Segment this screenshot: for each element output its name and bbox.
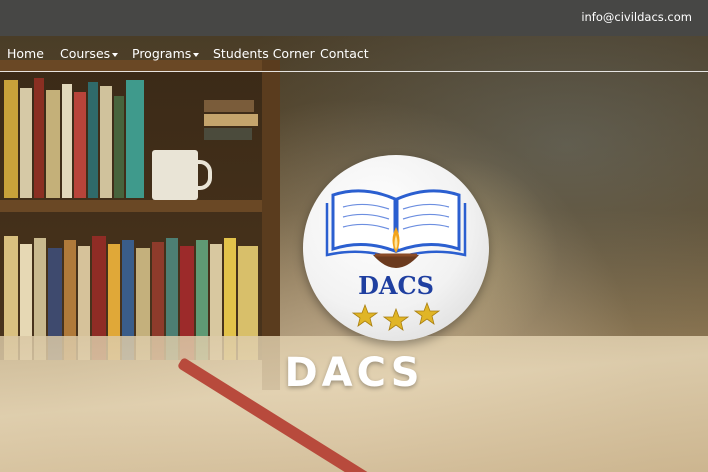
book: [88, 82, 98, 198]
chevron-down-icon: [112, 52, 119, 57]
main-nav: Home Courses Programs Students Corner Co…: [0, 36, 708, 72]
book: [74, 92, 86, 198]
nav-item-label: Home: [7, 46, 44, 61]
dacs-logo: DACS: [303, 155, 489, 341]
bookshelf-image: [0, 60, 280, 390]
nav-item-contact[interactable]: Contact: [320, 46, 369, 61]
mug-image: [152, 150, 212, 200]
nav-item-label: Students Corner: [213, 46, 315, 61]
top-bar: info@civildacs.com: [0, 0, 708, 36]
logo-text: DACS: [358, 271, 434, 300]
book: [204, 114, 258, 126]
star-icon: [382, 307, 410, 331]
email-link[interactable]: info@civildacs.com: [581, 10, 692, 24]
star-icon: [413, 301, 441, 325]
book: [4, 80, 18, 198]
nav-item-label: Courses: [60, 46, 111, 61]
nav-item-home[interactable]: Home: [7, 46, 44, 61]
hero-title: DACS: [284, 350, 424, 396]
book: [62, 84, 72, 198]
book: [100, 86, 112, 198]
chevron-down-icon: [193, 52, 200, 57]
book: [34, 78, 44, 198]
shelf-board: [0, 200, 280, 212]
nav-item-label: Programs: [132, 46, 192, 61]
nav-item-programs[interactable]: Programs: [132, 46, 200, 61]
nav-item-students-corner[interactable]: Students Corner: [213, 46, 315, 61]
book: [204, 128, 252, 140]
nav-item-label: Contact: [320, 46, 369, 61]
book: [114, 96, 124, 198]
book: [20, 88, 32, 198]
book: [204, 100, 254, 112]
hero-section: Home Courses Programs Students Corner Co…: [0, 36, 708, 472]
book: [126, 80, 144, 198]
book-icon: [325, 189, 467, 331]
book: [46, 90, 60, 198]
star-icon: [351, 303, 379, 327]
nav-item-courses[interactable]: Courses: [60, 46, 119, 61]
